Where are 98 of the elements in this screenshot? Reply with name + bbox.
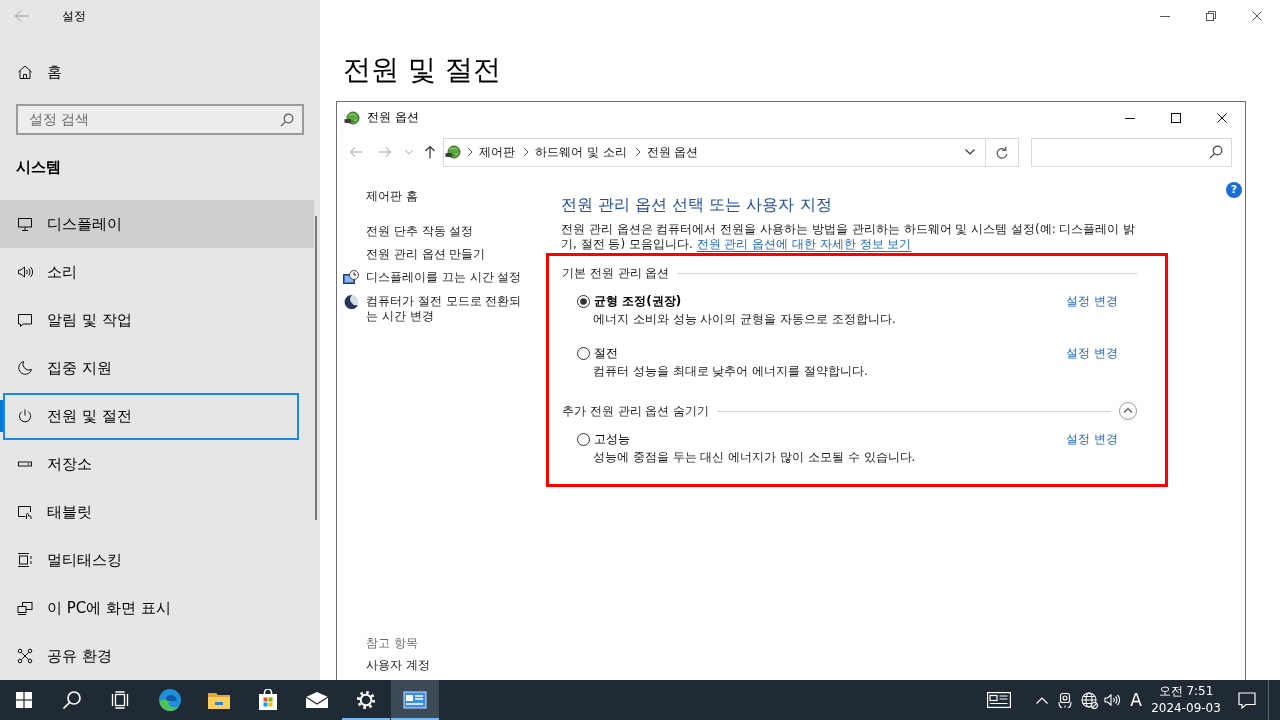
back-arrow-icon [14,8,30,24]
screen-touch-icon [17,504,33,520]
search-icon [280,112,294,127]
speaker-icon [1104,692,1121,708]
chevron-up-circle-icon [1119,402,1137,420]
multitasking-icon [17,552,33,568]
chevron-down-icon [965,149,975,155]
plan-description: 컴퓨터 성능을 최대로 낮추어 에너지를 절약합니다. [592,363,869,380]
globe-plug-icon [344,109,361,126]
nav-item[interactable]: 저장소 [0,440,314,488]
up-arrow-icon [424,145,436,159]
task-link[interactable]: 컴퓨터가 절전 모드로 전환되는 시간 변경 [343,294,546,324]
nodes-icon [17,648,33,664]
speech-bubble-icon [1238,691,1256,709]
nav-item[interactable]: 공유 환경 [0,632,314,680]
close-icon [1217,112,1227,123]
folder-icon [207,690,231,710]
home-icon [17,64,33,80]
nav-item[interactable]: 소리 [0,248,314,296]
chevron-right-icon [635,148,641,156]
scrollbar[interactable] [315,216,317,520]
maximize-icon [1171,112,1181,123]
newspaper-icon [986,692,1011,708]
globe-icon [1080,691,1098,709]
page-heading: 전원 및 절전 [343,52,502,88]
radio-button[interactable] [577,346,590,360]
taskbar-app-button[interactable] [391,680,439,720]
breadcrumb-item[interactable]: 제어판 [479,143,515,161]
task-link[interactable]: 디스플레이를 끄는 시간 설정 [343,270,546,286]
search-icon [1209,145,1223,159]
window-icon [403,690,427,710]
see-also-link[interactable]: 사용자 계정 [366,657,430,673]
speaker-icon [17,264,33,280]
monitor-clock-icon [343,270,359,286]
plan-name: 균형 조정(권장) [594,292,682,310]
window-title: 설정 [62,7,86,25]
section-title: 시스템 [16,157,62,178]
power-icon [17,408,33,424]
plan-description: 에너지 소비와 성능 사이의 균형을 자동으로 조정합니다. [592,311,897,328]
search-field[interactable] [1031,137,1232,167]
task-view-icon [111,691,129,709]
change-settings-link[interactable]: 설정 변경 [1066,430,1118,448]
globe-plug-icon [445,144,462,160]
section-heading: 전원 관리 옵션 선택 또는 사용자 지정 [560,194,833,216]
swirl-icon [158,688,182,712]
windows-logo-icon [16,692,32,708]
group-title: 기본 전원 관리 옵션 [562,264,670,282]
camera-icon [1058,692,1072,708]
nav-item[interactable]: 집중 지원 [0,344,314,392]
refresh-button[interactable] [986,137,1019,167]
plan-name: 고성능 [594,430,630,448]
group-title: 추가 전원 관리 옵션 숨기기 [562,402,710,420]
change-settings-link[interactable]: 설정 변경 [1066,344,1118,362]
search-field[interactable]: 설정 검색 [16,104,304,135]
caret-icon [405,149,413,155]
task-link[interactable]: 전원 관리 옵션 만들기 [343,247,546,262]
help-button[interactable]: ? [1226,182,1242,198]
monitor-icon [17,216,33,232]
clock[interactable]: 오전 7:51 2024-09-03 [1150,680,1222,720]
task-link[interactable]: 제어판 홈 [343,189,546,204]
chevron-right-icon [524,148,529,156]
breadcrumb-item[interactable]: 전원 옵션 [646,143,699,161]
task-link[interactable]: 전원 단추 작동 설정 [343,224,546,239]
moon-icon [17,360,33,376]
radio-button[interactable] [577,432,590,446]
breadcrumb-item[interactable]: 하드웨어 및 소리 [535,143,627,161]
home-link[interactable]: 홈 [0,56,120,88]
gear-icon [356,690,376,710]
address-bar[interactable]: 제어판 하드웨어 및 소리 전원 옵션 [443,137,986,167]
plan-name: 절전 [594,344,618,362]
shopping-bag-icon [257,689,279,711]
nav-item[interactable]: 디스플레이 [0,200,314,248]
nav-item[interactable]: 멀티태스킹 [0,536,314,584]
back-arrow-icon [349,146,363,158]
envelope-icon [305,691,329,709]
restore-icon [1206,11,1216,21]
chevron-right-icon [468,148,473,156]
see-also-title: 참고 항목 [366,635,419,651]
crescent-sphere-icon [343,294,359,310]
screens-icon [17,600,33,616]
radio-button[interactable] [577,294,590,308]
more-info-link[interactable]: 전원 관리 옵션에 대한 자세한 정보 보기 [696,237,912,252]
search-icon [62,690,82,710]
description-text: 전원 관리 옵션은 컴퓨터에서 전원을 사용하는 방법을 관리하는 하드웨어 및 시스템 설정(예: 디스플레이 밝기, 절전 등) 모음입니다. 전원 관리 옵션에 대한 자세한 정보 보기 [560,222,1137,252]
window-title: 전원 옵션 [367,109,420,126]
nav-item[interactable]: 알림 및 작업 [0,296,314,344]
chevron-up-icon [1036,696,1048,704]
nav-item[interactable]: 이 PC에 화면 표시 [0,584,314,632]
refresh-icon [996,145,1008,159]
input-indicator[interactable]: A [1124,680,1148,720]
speech-bubble-icon [17,312,33,328]
collapse-toggle[interactable] [1119,402,1137,420]
forward-arrow-icon [378,146,392,158]
close-icon [1252,11,1262,21]
nav-item[interactable]: 태블릿 [0,488,314,536]
change-settings-link[interactable]: 설정 변경 [1066,292,1118,310]
plan-description: 성능에 중점을 두는 대신 에너지가 많이 소모될 수 있습니다. [592,449,917,466]
nav-item[interactable]: 전원 및 절전 [0,392,314,440]
